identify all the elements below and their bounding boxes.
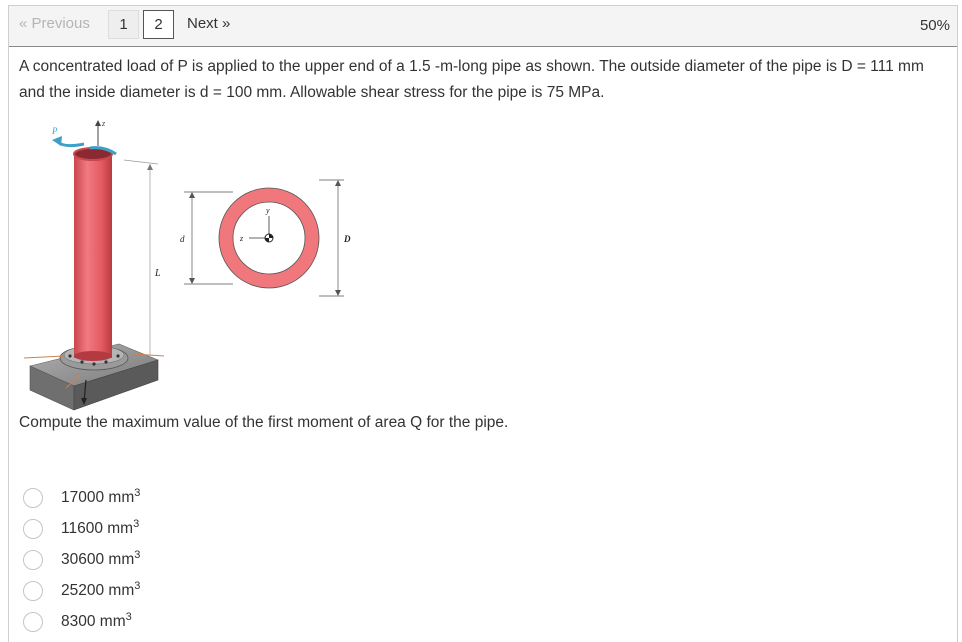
answer-options: 17000 mm3 11600 mm3 30600 mm3 25200 mm3 … xyxy=(23,482,140,637)
label-p: P xyxy=(51,126,58,136)
radio-button[interactable] xyxy=(23,518,43,539)
option-label: 30600 mm3 xyxy=(61,549,141,569)
previous-link: « Previous xyxy=(19,15,90,32)
load-arrow-p xyxy=(56,140,85,148)
radio-button[interactable] xyxy=(23,611,43,632)
page-1-button[interactable]: 1 xyxy=(108,10,139,39)
label-y: y xyxy=(265,206,270,215)
answer-option[interactable]: 17000 mm3 xyxy=(23,482,140,513)
label-L: L xyxy=(154,268,161,279)
label-z-top: z xyxy=(101,119,106,128)
radio-button[interactable] xyxy=(23,580,43,601)
answer-option[interactable]: 30600 mm3 xyxy=(23,544,140,575)
answer-option[interactable]: 11600 mm3 xyxy=(23,513,140,544)
answer-option[interactable]: 8300 mm3 xyxy=(23,606,140,637)
quiz-frame: « Previous 1 2 Next » 50% A concentrated… xyxy=(8,5,958,642)
question-text: A concentrated load of P is applied to t… xyxy=(19,58,924,101)
option-label: 25200 mm3 xyxy=(61,580,141,600)
radio-button[interactable] xyxy=(23,549,43,570)
progress-percent: 50% xyxy=(919,17,950,34)
page-2-button[interactable]: 2 xyxy=(143,10,174,39)
pipe-figure: P z L d D y z xyxy=(24,119,351,411)
label-D: D xyxy=(343,234,351,244)
option-label: 8300 mm3 xyxy=(61,611,132,631)
next-link[interactable]: Next » xyxy=(187,15,230,32)
question-prompt: Compute the maximum value of the first m… xyxy=(19,414,509,431)
pipe-body xyxy=(74,154,112,358)
label-d: d xyxy=(180,234,185,244)
option-label: 17000 mm3 xyxy=(61,487,141,507)
pagination-bar: « Previous 1 2 Next » 50% xyxy=(9,6,957,47)
option-label: 11600 mm3 xyxy=(61,518,140,538)
answer-option[interactable]: 25200 mm3 xyxy=(23,575,140,606)
radio-button[interactable] xyxy=(23,487,43,508)
